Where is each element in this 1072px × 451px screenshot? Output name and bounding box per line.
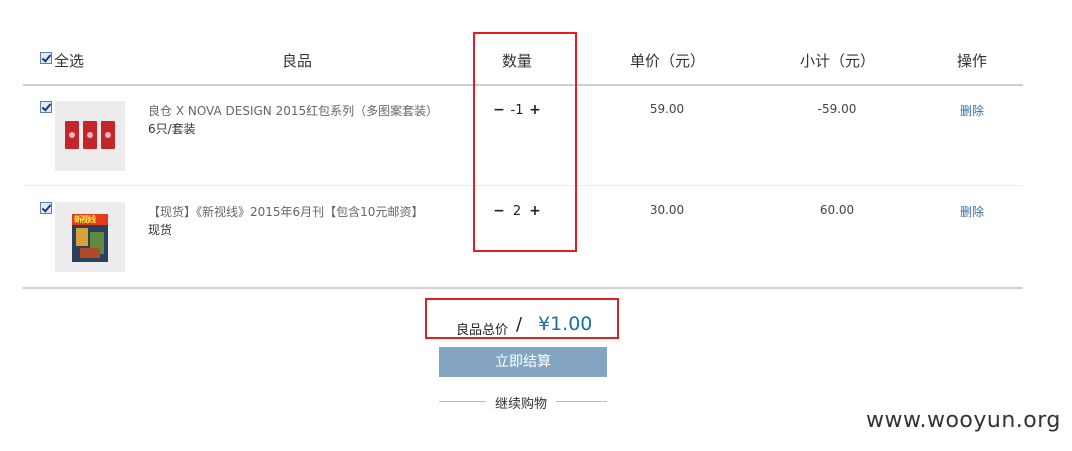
- item-subtotal: 60.00: [819, 203, 855, 217]
- magazine-masthead: 新视线: [72, 214, 108, 225]
- product-spec: 现货: [148, 223, 173, 237]
- red-envelope-image: [101, 121, 115, 149]
- item-checkbox[interactable]: [40, 202, 52, 214]
- quantity-highlight-box: [473, 32, 577, 252]
- red-envelope-image: [65, 121, 79, 149]
- product-name[interactable]: 良仓 X NOVA DESIGN 2015红包系列（多图案套装）: [148, 102, 438, 119]
- product-name[interactable]: 【现货】《新视线》2015年6月刊【包含10元邮资】: [148, 203, 423, 220]
- cover-figure: [80, 248, 100, 258]
- magazine-title: 新视线: [74, 215, 96, 224]
- unit-price: 30.00: [649, 203, 685, 217]
- total-price: ¥1.00: [538, 313, 593, 335]
- select-all-checkbox[interactable]: [40, 52, 52, 64]
- header-unit-price: 单价（元）: [630, 52, 706, 70]
- checkout-button[interactable]: 立即结算: [439, 347, 607, 377]
- select-all-label[interactable]: 全选: [54, 50, 84, 71]
- table-bottom-divider: [23, 287, 1023, 289]
- delete-link[interactable]: 删除: [942, 203, 1002, 220]
- delete-link[interactable]: 删除: [942, 102, 1002, 119]
- item-checkbox[interactable]: [40, 101, 52, 113]
- magazine-cover-image: 新视线: [72, 214, 108, 262]
- watermark-text: www.wooyun.org: [866, 408, 1061, 433]
- product-spec: 6只/套装: [148, 122, 196, 136]
- continue-shopping-link[interactable]: 继续购物: [486, 393, 556, 412]
- cover-figure: [76, 228, 88, 246]
- total-separator: /: [516, 314, 523, 335]
- unit-price: 59.00: [649, 102, 685, 116]
- header-product: 良品: [282, 52, 313, 70]
- red-envelope-image: [83, 121, 97, 149]
- product-thumbnail[interactable]: 新视线: [55, 202, 125, 272]
- header-action: 操作: [957, 52, 988, 70]
- header-subtotal: 小计（元）: [800, 52, 876, 70]
- total-label: 良品总价: [456, 323, 509, 338]
- item-subtotal: -59.00: [817, 102, 857, 116]
- product-thumbnail[interactable]: [55, 101, 125, 171]
